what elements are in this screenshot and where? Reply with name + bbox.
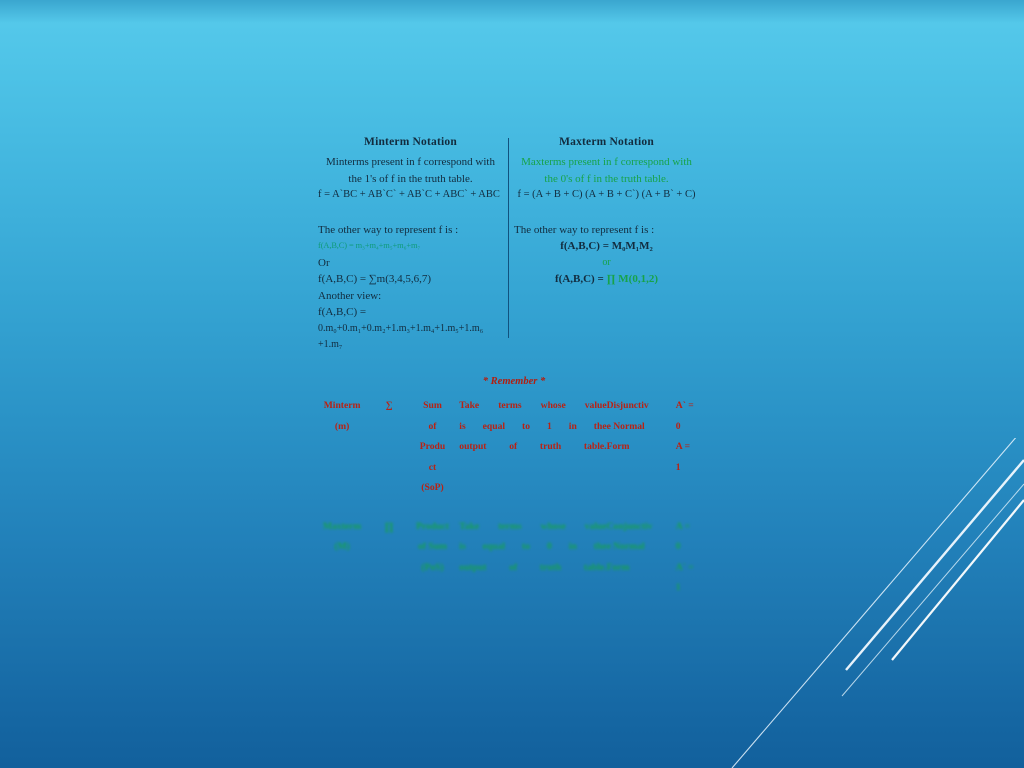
minterm-row-operation: Sum of Produ ct (SoP)	[406, 396, 460, 499]
minterm-sum-of-minterms: f(A,B,C) = m₃+m₄+m₅+m₆+m₇	[318, 241, 421, 250]
minterm-row-operation-line-3: Produ	[419, 441, 446, 452]
minterm-spacer	[318, 204, 503, 222]
minterm-row-convention-line-4: 1	[675, 461, 681, 473]
minterm-column: Minterm Notation Minterms present in f c…	[318, 136, 503, 354]
maxterm-column: Maxterm Notation Maxterms present in f c…	[514, 136, 699, 288]
remember-table: Minterm (m) ∑ Sum of Produ ct (SoP) Take…	[312, 396, 716, 599]
notation-columns: Minterm Notation Minterms present in f c…	[318, 136, 710, 351]
maxterm-row-convention-line-2: 0	[675, 541, 681, 552]
maxterm-description-line-1: Maxterms present in f correspond with	[521, 156, 692, 168]
maxterm-row-form: Conjunctiv e Normal Form	[607, 517, 676, 599]
minterm-row-operation-line-1: Sum	[423, 400, 442, 411]
maxterm-row-form-line-3: Form	[606, 561, 630, 573]
maxterm-row-rule-line-2: is equal to 0 in the	[459, 541, 607, 552]
minterm-row-convention: A` = 0 A = 1	[676, 396, 716, 499]
minterm-row-operation-line-2: of	[428, 420, 437, 432]
minterm-row-convention-line-1: A` =	[675, 400, 694, 411]
maxterm-row-term-line-2: (M)	[334, 541, 350, 552]
table-spacer-cell	[312, 499, 716, 517]
maxterm-row-convention-line-4: 1	[675, 582, 681, 593]
maxterm-equation: f = (A + B + C) (A + B + C`) (A + B` + C…	[517, 189, 696, 200]
minterm-description-line-1: Minterms present in f correspond with	[326, 156, 495, 168]
minterm-row-rule: Take terms whose value is equal to 1 in …	[459, 396, 606, 499]
minterm-equation: f = A`BC + AB`C` + AB`C + ABC` + ABC	[318, 189, 500, 200]
remember-title: * Remember *	[482, 376, 546, 387]
minterm-another-view-label: Another view:	[318, 289, 382, 302]
maxterm-row-term: Maxterm (M)	[312, 517, 372, 599]
table-row: Maxterm (M) ∏ Product of Sum (PoS) Take …	[312, 517, 716, 599]
minterm-row-form: Disjunctiv e Normal Form	[607, 396, 676, 499]
slide-canvas: Minterm Notation Minterms present in f c…	[0, 0, 1024, 768]
minterm-row-form-line-3: Form	[606, 441, 630, 452]
minterm-another-view-line-1: 0.m₀+0.m₁+0.m₂+1.m₃+1.m₄+1.m₅+1.m₆	[318, 322, 484, 334]
maxterm-pi-form-prefix: f(A,B,C) =	[555, 273, 604, 285]
maxterm-other-way-label: The other way to represent f is :	[514, 223, 655, 236]
minterm-sigma-form: f(A,B,C) = ∑m(3,4,5,6,7)	[318, 273, 432, 285]
maxterm-row-rule: Take terms whose value is equal to 0 in …	[459, 517, 606, 599]
maxterm-row-convention-line-1: A =	[675, 520, 691, 532]
minterm-title: Minterm Notation	[364, 136, 457, 148]
maxterm-pi-form-value: ∏ M(0,1,2)	[606, 273, 658, 285]
maxterm-row-operation: Product of Sum (PoS)	[406, 517, 460, 599]
minterm-row-convention-line-3: A =	[675, 441, 691, 452]
minterm-row-term-line-2: (m)	[334, 420, 350, 432]
minterm-another-view-function: f(A,B,C) =	[318, 306, 367, 318]
minterm-row-form-line-1: Disjunctiv	[606, 400, 649, 411]
minterm-row-rule-line-1: Take terms whose value	[459, 400, 607, 411]
maxterm-row-operation-line-1: Product	[416, 520, 449, 532]
minterm-row-form-line-2: e Normal	[606, 420, 645, 432]
maxterm-pi-form: f(A,B,C) = ∏ M(0,1,2)	[514, 271, 699, 288]
minterm-row-rule-line-3: output of truth table.	[459, 441, 607, 452]
maxterm-row-operation-line-2: of Sum	[417, 541, 448, 552]
maxterm-row-rule-line-1: Take terms whose value	[459, 520, 607, 532]
table-row-spacer	[312, 499, 716, 517]
maxterm-description-line-2: the 0's of f in the truth table.	[544, 172, 669, 185]
maxterm-row-convention: A = 0 A` = 1	[676, 517, 716, 599]
minterm-row-operation-line-5: (SoP)	[421, 482, 444, 493]
maxterm-row-form-line-2: e Normal	[606, 541, 645, 552]
table-row: Minterm (m) ∑ Sum of Produ ct (SoP) Take…	[312, 396, 716, 499]
maxterm-row-form-line-1: Conjunctiv	[606, 520, 653, 532]
minterm-row-term-line-1: Minterm	[323, 400, 361, 411]
column-divider	[508, 138, 509, 338]
maxterm-row-term-line-1: Maxterm	[322, 520, 362, 532]
minterm-row-convention-line-2: 0	[675, 420, 681, 432]
maxterm-row-symbol: ∏	[384, 520, 394, 533]
maxterm-or-label: or	[602, 256, 611, 268]
minterm-row-rule-line-2: is equal to 1 in the	[459, 420, 607, 432]
minterm-row-operation-line-4: ct	[428, 461, 437, 473]
minterm-other-way-label: The other way to represent f is :	[318, 223, 459, 236]
maxterm-row-rule-line-3: output of truth table.	[459, 561, 607, 573]
remember-section: * Remember * Minterm (m) ∑ Sum of Produ …	[312, 376, 716, 599]
minterm-another-view-line-2: +1.m₇	[318, 339, 343, 350]
minterm-row-symbol: ∑	[385, 400, 393, 411]
minterm-description-line-2: the 1's of f in the truth table.	[348, 172, 473, 185]
decorative-diagonal-lines	[731, 438, 1024, 768]
minterm-row-term: Minterm (m)	[312, 396, 372, 499]
maxterm-spacer	[514, 204, 699, 222]
minterm-or-label: Or	[318, 256, 330, 269]
maxterm-row-convention-line-3: A` =	[675, 561, 694, 573]
maxterm-product-of-maxterms: f(A,B,C) = M₀M₁M₂	[560, 240, 653, 252]
maxterm-row-operation-line-3: (PoS)	[421, 561, 444, 573]
maxterm-title: Maxterm Notation	[559, 136, 654, 148]
